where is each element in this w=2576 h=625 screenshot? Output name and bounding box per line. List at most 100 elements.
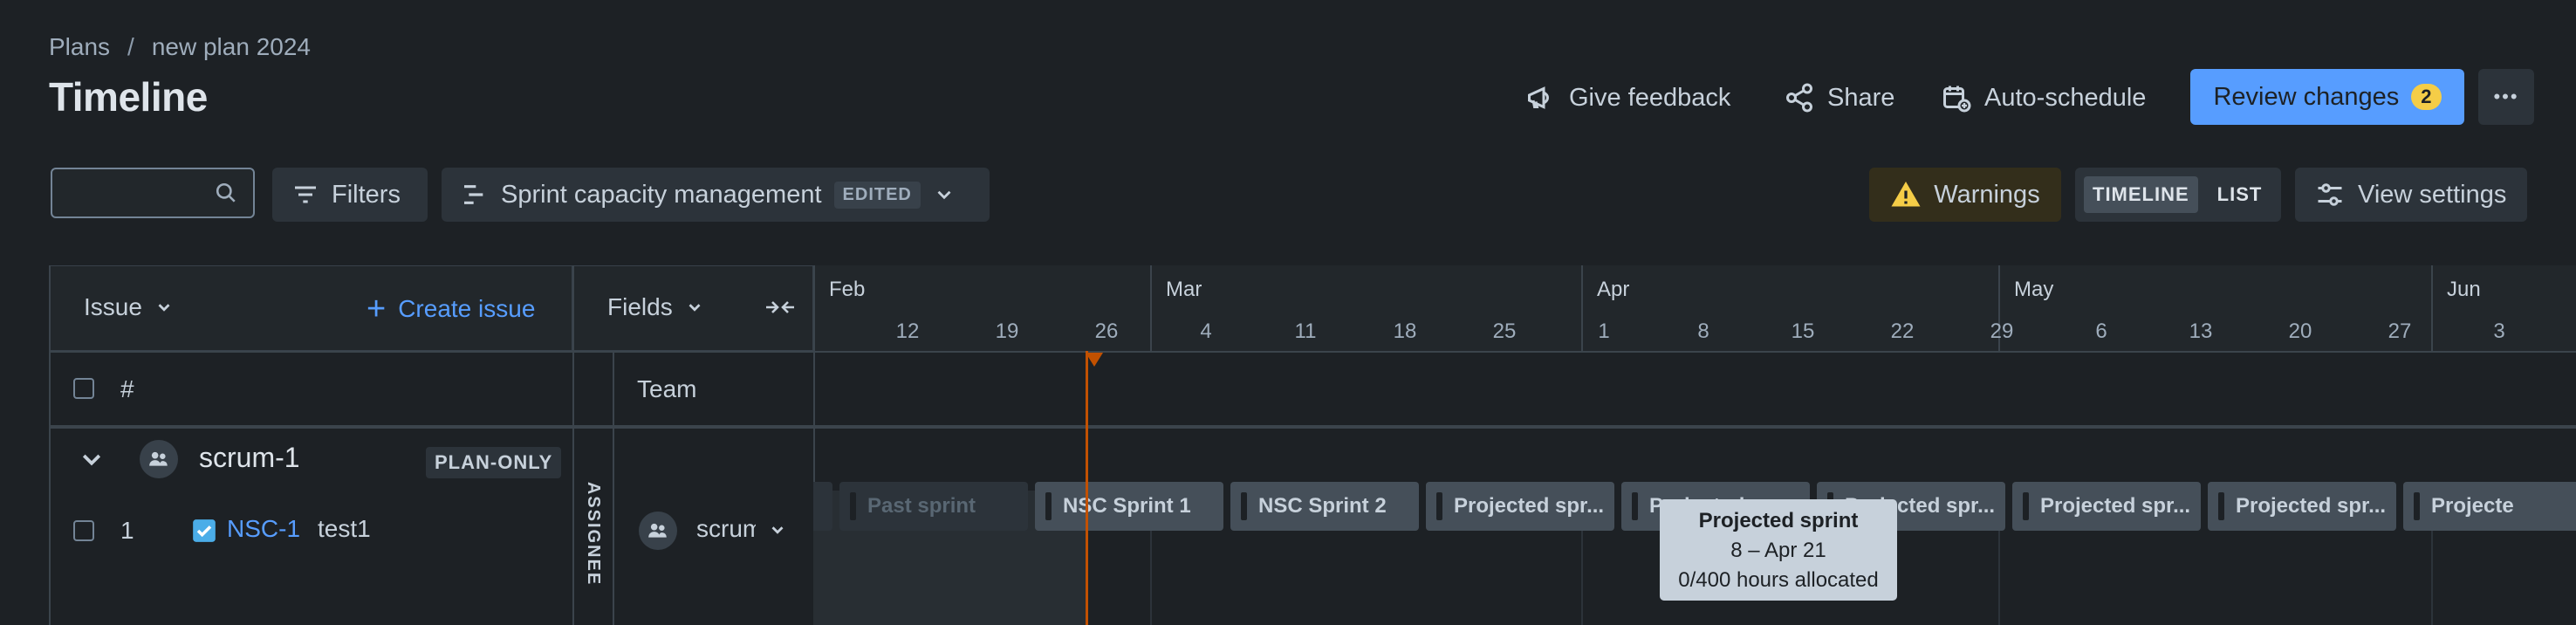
month-divider bbox=[1581, 265, 1583, 351]
month-label: Mar bbox=[1166, 278, 1202, 301]
search-field[interactable] bbox=[51, 168, 255, 218]
today-marker bbox=[1086, 351, 1088, 625]
row-checkbox[interactable] bbox=[73, 520, 94, 541]
review-changes-button[interactable]: Review changes 2 bbox=[2190, 69, 2464, 125]
team-field-value[interactable]: scrum bbox=[696, 515, 756, 543]
timeline-header: Feb Mar Apr May Jun 12 19 26 4 11 18 25 1 8 15 22 2… bbox=[813, 265, 2576, 351]
warnings-label: Warnings bbox=[1934, 180, 2040, 209]
chevron-down-icon bbox=[937, 190, 951, 200]
day-label: 12 bbox=[895, 319, 920, 343]
warnings-button[interactable]: Warnings bbox=[1869, 168, 2061, 222]
team-icon bbox=[648, 523, 667, 538]
day-label: 25 bbox=[1492, 319, 1517, 343]
month-label: May bbox=[2014, 278, 2054, 301]
team-avatar bbox=[140, 440, 178, 478]
timeline-view-icon bbox=[464, 185, 483, 204]
select-all-checkbox[interactable] bbox=[73, 378, 94, 399]
edited-badge: EDITED bbox=[833, 181, 921, 209]
chevron-down-icon[interactable] bbox=[79, 447, 105, 473]
issue-summary[interactable]: test1 bbox=[318, 515, 371, 543]
sprint-bar[interactable]: Projecte bbox=[2403, 482, 2576, 531]
auto-schedule-button[interactable]: Auto-schedule bbox=[1941, 72, 2146, 124]
row-number-header: # bbox=[120, 375, 134, 402]
view-settings-label: View settings bbox=[2358, 180, 2507, 209]
day-label: 3 bbox=[2493, 319, 2505, 343]
view-settings-button[interactable]: View settings bbox=[2295, 168, 2527, 222]
page-title: Timeline bbox=[49, 74, 208, 120]
breadcrumb-separator: / bbox=[127, 33, 134, 60]
month-label: Feb bbox=[829, 278, 866, 301]
chevron-down-icon bbox=[689, 304, 701, 312]
month-label: Jun bbox=[2447, 278, 2481, 301]
plus-icon: + bbox=[367, 291, 387, 327]
breadcrumb-plan[interactable]: new plan 2024 bbox=[152, 33, 311, 61]
breadcrumb-plans[interactable]: Plans bbox=[49, 33, 110, 61]
day-label: 4 bbox=[1200, 319, 1212, 343]
view-selector-button[interactable]: Sprint capacity management EDITED bbox=[442, 168, 990, 222]
auto-schedule-label: Auto-schedule bbox=[1984, 83, 2147, 112]
day-label: 18 bbox=[1393, 319, 1417, 343]
more-icon: ••• bbox=[2493, 86, 2519, 107]
sprint-bar[interactable]: rint bbox=[813, 482, 832, 531]
filters-label: Filters bbox=[332, 180, 401, 209]
team-column-header: Team bbox=[637, 375, 697, 402]
day-label: 15 bbox=[1791, 319, 1815, 343]
task-icon bbox=[193, 519, 216, 542]
breadcrumb: Plans / new plan 2024 bbox=[49, 33, 311, 61]
fields-label: Fields bbox=[607, 293, 673, 320]
sprint-bar[interactable]: NSC Sprint 1 bbox=[1035, 482, 1223, 531]
give-feedback-label: Give feedback bbox=[1569, 83, 1731, 112]
assignee-label: ASSIGNEE bbox=[584, 481, 604, 586]
left-border bbox=[49, 265, 51, 625]
sprint-bar[interactable]: Projected spr... bbox=[2208, 482, 2396, 531]
issue-key-link[interactable]: NSC-1 bbox=[227, 515, 300, 543]
column-divider bbox=[613, 351, 614, 625]
tooltip-dates: 8 – Apr 21 bbox=[1730, 539, 1826, 562]
settings-sliders-icon bbox=[2318, 183, 2342, 206]
tooltip-title: Projected sprint bbox=[1698, 509, 1859, 532]
sprint-bar[interactable]: Projected spr... bbox=[2012, 482, 2201, 531]
chevron-down-icon bbox=[158, 304, 170, 312]
sprint-bar[interactable]: Projected spr... bbox=[1426, 482, 1614, 531]
fields-button[interactable]: Fields bbox=[607, 293, 704, 321]
month-divider bbox=[2431, 265, 2433, 351]
calendar-add-icon bbox=[1943, 86, 1971, 113]
day-label: 22 bbox=[1890, 319, 1915, 343]
share-icon bbox=[1786, 83, 1812, 113]
view-name: Sprint capacity management bbox=[501, 180, 822, 209]
assignee-group-label: ASSIGNEE bbox=[574, 442, 613, 625]
give-feedback-button[interactable]: Give feedback bbox=[1525, 72, 1730, 124]
create-issue-button[interactable]: + Create issue bbox=[367, 291, 535, 327]
team-icon bbox=[149, 451, 168, 466]
chevron-down-icon[interactable] bbox=[768, 520, 787, 539]
month-label: Apr bbox=[1597, 278, 1630, 301]
view-mode-toggle: TIMELINE LIST bbox=[2075, 168, 2281, 222]
sprint-tooltip: Projected sprint 8 – Apr 21 0/400 hours … bbox=[1660, 499, 1897, 601]
month-divider bbox=[1150, 265, 1152, 351]
search-input[interactable] bbox=[52, 169, 225, 216]
row-number: 1 bbox=[120, 517, 134, 544]
day-label: 26 bbox=[1094, 319, 1119, 343]
tooltip-allocation: 0/400 hours allocated bbox=[1678, 568, 1879, 592]
share-button[interactable]: Share bbox=[1784, 72, 1894, 124]
day-label: 13 bbox=[2189, 319, 2213, 343]
day-label: 20 bbox=[2288, 319, 2312, 343]
day-label: 6 bbox=[2095, 319, 2107, 343]
collapse-fields-icon[interactable] bbox=[764, 295, 796, 319]
day-label: 8 bbox=[1697, 319, 1709, 343]
search-icon bbox=[216, 182, 236, 203]
team-field-avatar bbox=[639, 512, 677, 550]
day-label: 11 bbox=[1294, 319, 1317, 343]
day-label: 29 bbox=[1990, 319, 2014, 343]
issue-sort-button[interactable]: Issue bbox=[84, 293, 174, 321]
more-actions-button[interactable]: ••• bbox=[2478, 69, 2534, 125]
review-count-badge: 2 bbox=[2411, 84, 2442, 110]
filter-icon bbox=[295, 186, 316, 203]
sprint-bar[interactable]: Past sprint bbox=[839, 482, 1028, 531]
toggle-list[interactable]: LIST bbox=[2207, 176, 2273, 213]
toggle-timeline[interactable]: TIMELINE bbox=[2084, 176, 2198, 213]
warning-icon bbox=[1891, 182, 1921, 207]
filters-button[interactable]: Filters bbox=[272, 168, 428, 222]
sprint-bar[interactable]: NSC Sprint 2 bbox=[1230, 482, 1419, 531]
today-marker-arrow bbox=[1086, 353, 1103, 367]
